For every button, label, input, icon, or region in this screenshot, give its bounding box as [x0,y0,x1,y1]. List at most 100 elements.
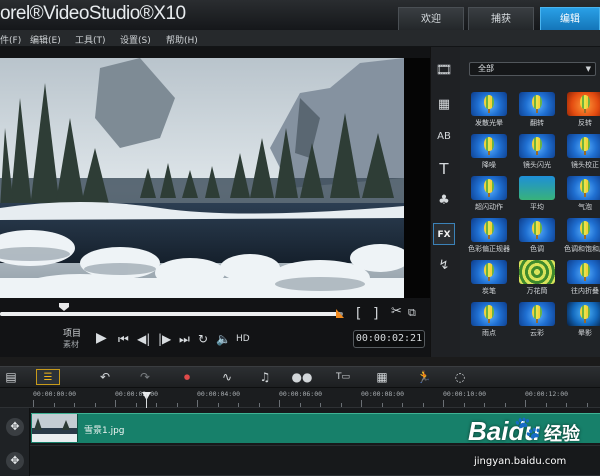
home-icon[interactable]: ⏮ [118,332,129,347]
video-track-icon[interactable]: ✥ [6,418,24,436]
play-icon[interactable]: ▶ [96,330,107,346]
prev-frame-icon[interactable]: ◀| [137,332,150,346]
hd-toggle[interactable]: HD [236,334,250,344]
ruler-label: 00:00:12:00 [525,390,569,398]
grid-icon[interactable]: ▦ [370,369,394,385]
effect-thumbnail[interactable] [519,302,555,326]
audio-waveform-icon[interactable]: ∿ [215,369,239,385]
effect-label: 镜头闪光 [523,161,551,169]
graphic-icon[interactable]: ♣ [433,190,455,212]
subtitle-icon[interactable]: T▭ [331,369,355,385]
ruler-tick [402,403,403,407]
effect-label: 镜头校正 [571,161,599,169]
menu-file[interactable]: 件(F) [0,33,21,46]
fx-filter-icon[interactable]: FX [433,223,455,245]
ruler-label: 00:00:08:00 [361,390,405,398]
effect-thumbnail[interactable] [519,92,555,116]
undo-icon[interactable]: ↶ [93,369,117,385]
tab-welcome[interactable]: 欢迎 [398,7,464,30]
scissors-icon[interactable]: ✂ [391,304,402,319]
ruler-tick [504,403,506,407]
effect-label: 云彩 [530,329,544,337]
overlay-track-icon[interactable]: ✥ [6,452,24,470]
menu-help[interactable]: 帮助(H) [166,33,198,46]
end-icon[interactable]: ⏭ [179,332,190,347]
effect-thumbnail[interactable] [519,176,555,200]
effect-thumbnail[interactable] [471,260,507,284]
tab-edit[interactable]: 编辑 [540,7,600,30]
baidu-watermark: Baidu 🐾 经验 jingyan.baidu.com [468,412,600,474]
effect-thumbnail[interactable] [519,260,555,284]
loop-icon[interactable]: ◌ [448,369,472,385]
sound-mixer-icon[interactable]: ♫ [253,369,277,385]
effect-thumbnail[interactable] [519,134,555,158]
ruler-tick [566,403,567,407]
title-icon[interactable]: T [433,158,455,180]
menu-settings[interactable]: 设置(S) [120,33,151,46]
record-capture-icon[interactable]: ⏺ [175,369,199,385]
motion-tracking-icon[interactable]: 🏃 [412,369,436,385]
balloon-string [488,235,490,239]
menu-edit[interactable]: 编辑(E) [30,33,61,46]
instant-project-icon[interactable]: ▦ [433,94,455,116]
effect-thumbnail[interactable] [567,218,600,242]
effect-thumbnail[interactable] [567,176,600,200]
category-dropdown[interactable]: 全部 ▼ [469,62,596,76]
watermark-suffix: 经验 [544,424,580,445]
effect-thumbnail[interactable] [471,302,507,326]
effect-thumbnail[interactable] [471,176,507,200]
ruler-tick [586,403,588,407]
ruler-tick [217,403,219,407]
clip-mode-label[interactable]: 素材 [63,339,79,350]
next-frame-icon[interactable]: |▶ [158,332,171,346]
balloon-icon [532,137,542,151]
balloon-icon [484,95,494,109]
effect-thumbnail[interactable] [471,218,507,242]
volume-icon[interactable]: 🔈 [216,332,231,346]
chevron-down-icon: ▼ [585,65,591,73]
ruler-label: 00:00:00:00 [33,390,77,398]
effect-label: 炭笔 [482,287,496,295]
ruler-tick [381,403,383,407]
effect-thumbnail[interactable] [567,302,600,326]
enlarge-icon[interactable]: ⧉ [408,306,416,320]
ruler-tick [258,403,260,407]
balloon-icon [484,263,494,277]
ruler-tick [74,403,75,407]
ruler-tick [238,403,239,407]
effect-thumbnail[interactable] [567,92,600,116]
tab-capture[interactable]: 捕获 [468,7,534,30]
balloon-icon [484,179,494,193]
effect-thumbnail[interactable] [471,134,507,158]
mark-out-button[interactable]: ] [372,306,380,322]
effect-thumbnail[interactable] [567,260,600,284]
media-icon[interactable]: 🎞 [433,60,455,82]
balloon-icon [580,179,590,193]
timeline-view-icon[interactable]: ☰ [36,369,60,385]
balloon-string [584,193,586,197]
ruler-tick [279,400,280,407]
timecode-display[interactable]: 00:00:02:21 [353,330,425,348]
paw-logo-icon: 🐾 [514,416,542,441]
project-mode-label[interactable]: 项目 [63,326,81,339]
effect-label: 降噪 [482,161,496,169]
ruler-tick [176,403,178,407]
mark-in-button[interactable]: [ [354,306,362,322]
ruler-tick [545,403,547,407]
ruler-tick [197,400,198,407]
effect-label: 反转 [578,119,592,127]
ruler-tick [525,400,526,407]
ruler-tick [443,400,444,407]
path-icon[interactable]: ↯ [433,255,455,277]
ruler-label: 00:00:10:00 [443,390,487,398]
effect-thumbnail[interactable] [471,92,507,116]
menu-tools[interactable]: 工具(T) [75,33,106,46]
repeat-icon[interactable]: ↻ [198,332,208,346]
effect-thumbnail[interactable] [519,218,555,242]
film-strip-icon[interactable]: ▤ [4,369,18,385]
redo-icon[interactable]: ↷ [133,369,157,385]
multi-camera-icon[interactable]: ●● [290,369,314,385]
transition-icon[interactable]: AB [433,126,455,148]
effect-thumbnail[interactable] [567,134,600,158]
balloon-string [536,151,538,155]
